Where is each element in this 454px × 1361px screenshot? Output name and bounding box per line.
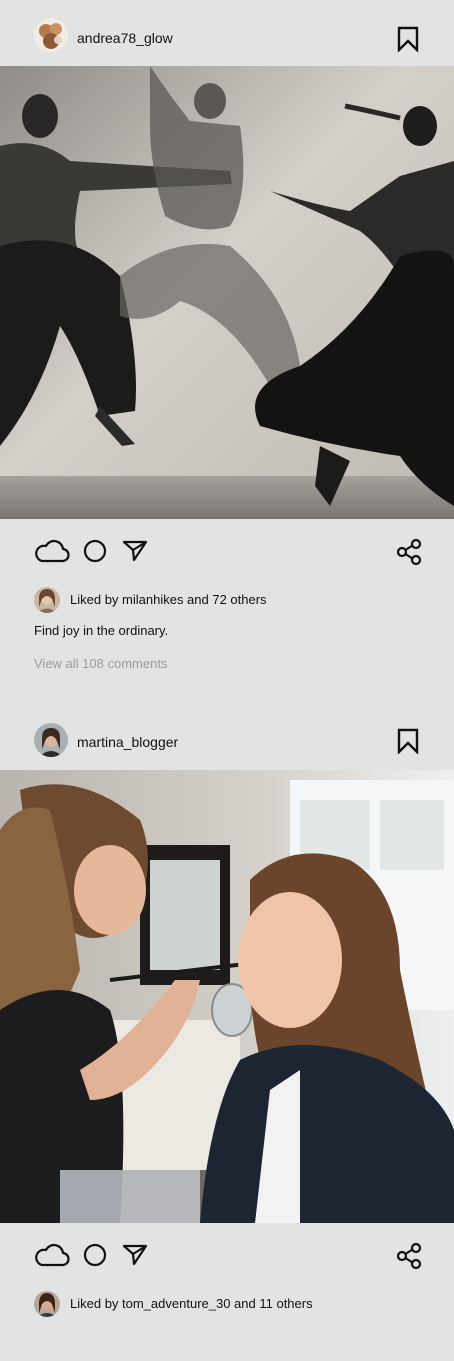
bookmark-icon[interactable]: [396, 728, 420, 755]
avatar[interactable]: [34, 587, 60, 613]
avatar[interactable]: [34, 18, 68, 52]
post-2: martina_blogger Liked by tom_adventure_3…: [0, 704, 454, 1361]
post-header: martina_blogger: [0, 704, 454, 770]
post-caption: Find joy in the ordinary.: [34, 623, 169, 638]
username[interactable]: martina_blogger: [77, 734, 178, 750]
post-image[interactable]: [0, 770, 454, 1223]
avatar[interactable]: [34, 723, 68, 757]
username[interactable]: andrea78_glow: [77, 30, 173, 46]
share-icon[interactable]: [396, 1242, 422, 1275]
likes-row: Liked by milanhikes and 72 others: [0, 587, 454, 615]
paper-plane-icon[interactable]: [122, 539, 148, 568]
action-bar: [0, 1236, 454, 1276]
post-1: andrea78_glow Liked by milanhikes and 72…: [0, 0, 454, 700]
circle-icon[interactable]: [83, 1243, 107, 1272]
paper-plane-icon[interactable]: [122, 1243, 148, 1272]
action-bar: [0, 532, 454, 572]
circle-icon[interactable]: [83, 539, 107, 568]
likes-count[interactable]: Liked by milanhikes and 72 others: [70, 592, 267, 607]
cloud-icon[interactable]: [34, 538, 70, 569]
likes-count[interactable]: Liked by tom_adventure_30 and 11 others: [70, 1296, 313, 1311]
post-header: andrea78_glow: [0, 4, 454, 70]
view-comments-link[interactable]: View all 108 comments: [34, 656, 167, 671]
post-image[interactable]: [0, 66, 454, 519]
share-icon[interactable]: [396, 538, 422, 571]
cloud-icon[interactable]: [34, 1242, 70, 1273]
bookmark-icon[interactable]: [396, 26, 420, 53]
avatar[interactable]: [34, 1291, 60, 1317]
likes-row: Liked by tom_adventure_30 and 11 others: [0, 1291, 454, 1319]
